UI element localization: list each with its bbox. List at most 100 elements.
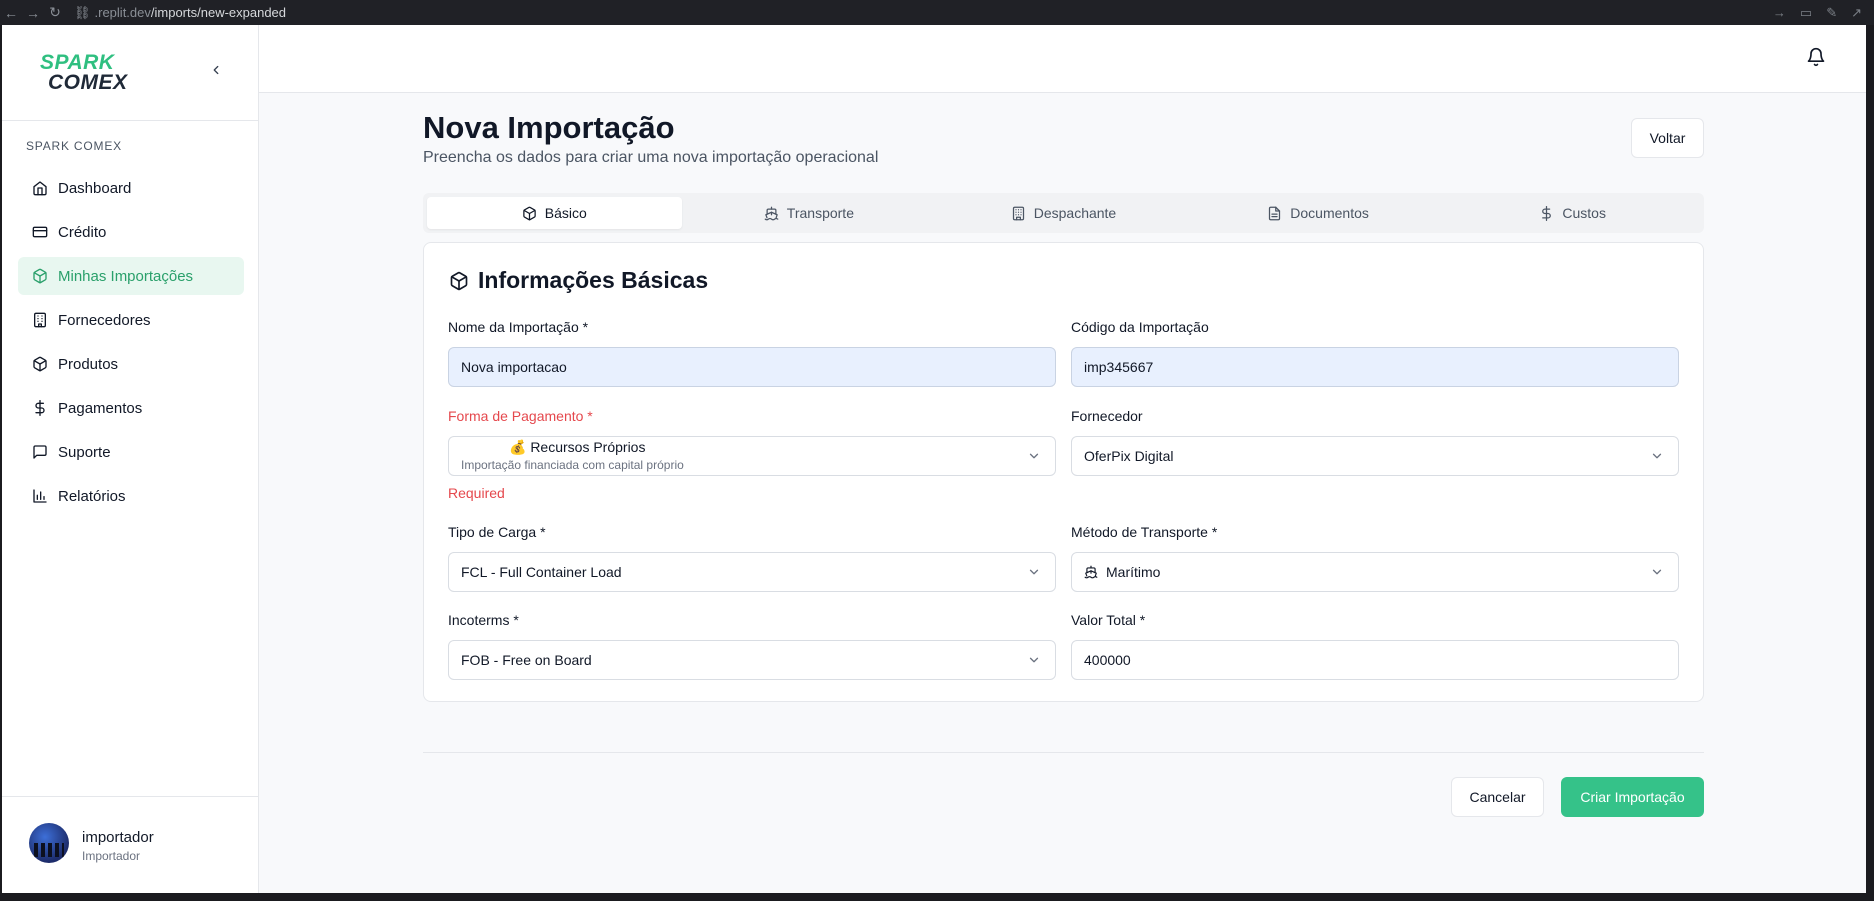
create-import-button[interactable]: Criar Importação [1561, 777, 1704, 817]
sidebar-item-fornecedores[interactable]: Fornecedores [18, 301, 244, 339]
logo-line-2: COMEX [48, 71, 128, 94]
reload-icon[interactable]: ↻ [44, 4, 66, 21]
carga-value: FCL - Full Container Load [461, 564, 622, 580]
avatar [29, 823, 69, 863]
tab-label: Despachante [1033, 205, 1117, 221]
chevron-down-icon [1652, 453, 1662, 459]
sidebar: SPARK COMEX SPARK COMEX Dashboard Crédit… [2, 25, 259, 893]
sidebar-section-label: SPARK COMEX [26, 139, 122, 153]
file-icon [1269, 206, 1281, 220]
package-icon [523, 206, 536, 220]
pagamento-label: Forma de Pagamento * [448, 408, 593, 424]
sidebar-item-relatorios[interactable]: Relatórios [18, 477, 244, 515]
sidebar-item-label: Minhas Importações [58, 267, 194, 285]
message-icon [33, 445, 47, 459]
user-name: importador [82, 829, 154, 846]
external-link-icon[interactable]: ↗ [1851, 5, 1862, 21]
user-profile[interactable]: importador Importador [2, 796, 259, 893]
sidebar-item-pagamentos[interactable]: Pagamentos [18, 389, 244, 427]
tab-basico[interactable]: Básico [427, 197, 682, 229]
package-icon [33, 356, 47, 372]
package-icon [33, 268, 47, 284]
fornecedor-select[interactable]: OferPix Digital [1071, 436, 1679, 476]
devices-icon[interactable]: ▭ [1800, 5, 1812, 21]
carga-label: Tipo de Carga * [448, 524, 546, 540]
sidebar-item-label: Relatórios [58, 487, 126, 505]
sidebar-item-label: Produtos [58, 355, 119, 373]
sidebar-item-produtos[interactable]: Produtos [18, 345, 244, 383]
top-bar [259, 25, 1866, 93]
incoterms-select[interactable]: FOB - Free on Board [448, 640, 1056, 680]
page-title: Nova Importação [423, 110, 675, 145]
url-host: .replit.dev [94, 5, 151, 20]
pagamento-error: Required [448, 485, 505, 501]
window-edge-bottom [0, 893, 1874, 901]
tab-despachante[interactable]: Despachante [936, 197, 1191, 229]
collapse-sidebar-button[interactable] [206, 61, 226, 81]
sidebar-item-label: Fornecedores [58, 311, 151, 329]
credit-card-icon [32, 226, 48, 238]
sidebar-item-label: Suporte [58, 443, 111, 461]
transporte-label: Método de Transporte * [1071, 524, 1218, 540]
divider [423, 752, 1704, 753]
cancel-button[interactable]: Cancelar [1451, 777, 1544, 817]
valor-label: Valor Total * [1071, 612, 1146, 628]
tab-custos[interactable]: Custos [1445, 197, 1700, 229]
tab-documentos[interactable]: Documentos [1191, 197, 1446, 229]
fornecedor-label: Fornecedor [1071, 408, 1143, 424]
logo-line-1: SPARK [40, 51, 115, 74]
logo-area: SPARK COMEX [2, 25, 258, 121]
url-path: /imports/new-expanded [150, 5, 287, 20]
sidebar-nav: Dashboard Crédito Minhas Importações For… [18, 169, 244, 521]
page-subtitle: Preencha os dados para criar uma nova im… [423, 149, 879, 166]
bell-icon[interactable] [1806, 47, 1826, 67]
nome-value: Nova importacao [461, 359, 567, 375]
tab-transporte[interactable]: Transporte [682, 197, 937, 229]
forward-arrow-icon[interactable]: → [22, 5, 44, 21]
back-arrow-icon[interactable]: ← [0, 5, 22, 21]
chevron-down-icon [1652, 569, 1662, 575]
fornecedor-value: OferPix Digital [1084, 448, 1174, 464]
chevron-down-icon [1029, 657, 1039, 663]
dollar-icon [1542, 205, 1552, 221]
ship-icon [1084, 565, 1098, 579]
card-title: Informações Básicas [449, 267, 708, 294]
wrench-icon[interactable]: ✎ [1826, 5, 1837, 21]
codigo-input[interactable]: imp345667 [1071, 347, 1679, 387]
tab-label: Básico [544, 205, 587, 221]
pagamento-select[interactable]: 💰 Recursos Próprios Importação financiad… [448, 436, 1056, 476]
transporte-select[interactable]: Marítimo [1071, 552, 1679, 592]
address-bar[interactable]: ⛓ .replit.dev/imports/new-expanded [74, 5, 286, 21]
transporte-value: Marítimo [1106, 564, 1161, 580]
dollar-icon [35, 400, 45, 416]
carga-select[interactable]: FCL - Full Container Load [448, 552, 1056, 592]
building-icon [1012, 206, 1024, 220]
home-icon [33, 181, 47, 196]
valor-value: 400000 [1084, 652, 1131, 668]
codigo-value: imp345667 [1084, 359, 1154, 375]
tab-label: Transporte [786, 205, 854, 221]
user-role: Importador [82, 849, 141, 863]
package-icon [450, 271, 468, 290]
incoterms-value: FOB - Free on Board [461, 652, 592, 668]
pagamento-value: 💰 Recursos Próprios [509, 439, 646, 455]
back-button[interactable]: Voltar [1631, 118, 1704, 158]
share-arrow-icon[interactable]: → [1773, 5, 1786, 20]
sidebar-item-dashboard[interactable]: Dashboard [18, 169, 244, 207]
sidebar-item-minhas-importacoes[interactable]: Minhas Importações [18, 257, 244, 295]
sidebar-item-label: Dashboard [58, 179, 132, 197]
chevron-down-icon [1029, 453, 1039, 459]
sidebar-item-credito[interactable]: Crédito [18, 213, 244, 251]
valor-input[interactable]: 400000 [1071, 640, 1679, 680]
sidebar-item-label: Crédito [58, 223, 107, 241]
nome-label: Nome da Importação * [448, 319, 589, 335]
incoterms-label: Incoterms * [448, 612, 519, 628]
chevron-down-icon [1029, 569, 1039, 575]
form-tabs: Básico Transporte Despachante Documentos… [423, 193, 1704, 233]
app-frame: SPARK COMEX SPARK COMEX Dashboard Crédit… [2, 25, 1866, 893]
nome-input[interactable]: Nova importacao [448, 347, 1056, 387]
sidebar-item-suporte[interactable]: Suporte [18, 433, 244, 471]
pagamento-description: Importação financiada com capital própri… [461, 458, 684, 472]
link-icon: ⛓ [74, 4, 91, 20]
window-edge [1866, 25, 1874, 901]
